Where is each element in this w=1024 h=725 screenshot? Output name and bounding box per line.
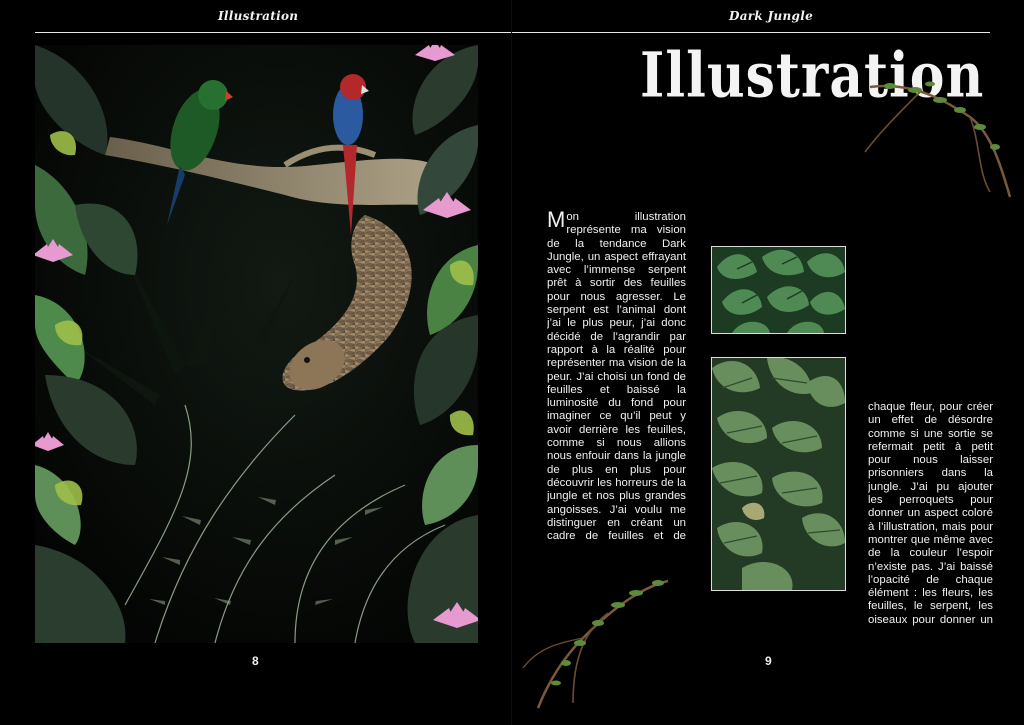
left-page: Illustration 8 — [0, 0, 512, 725]
header-rule-right — [512, 32, 990, 33]
running-head-right: Dark Jungle — [729, 9, 814, 23]
vine-icon-bottom — [522, 579, 669, 709]
page-number-right: 9 — [765, 654, 772, 668]
vine-icon — [864, 81, 1012, 198]
running-head-left: Illustration — [218, 9, 299, 23]
body-text-column-1: Mon illustration représente ma vision de… — [547, 211, 686, 539]
header-rule-left — [35, 32, 512, 33]
jungle-illustration — [35, 45, 478, 643]
page-number-left: 8 — [252, 654, 259, 668]
monstera-leaves-image — [711, 246, 846, 334]
body-text-column-2: chaque fleur, pour créer un effet de dés… — [868, 401, 993, 626]
jungle-foliage-image — [711, 357, 846, 591]
